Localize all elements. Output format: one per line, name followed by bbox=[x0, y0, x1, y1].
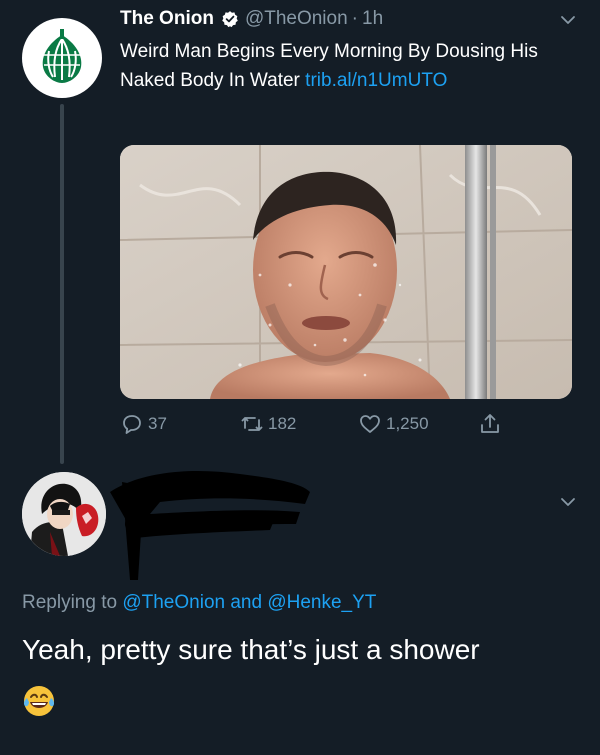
mention-link[interactable]: @TheOnion bbox=[122, 592, 225, 613]
share-icon bbox=[481, 414, 499, 433]
anime-character-avatar bbox=[22, 472, 106, 556]
replying-prefix: Replying to bbox=[22, 592, 123, 613]
retweet-action[interactable]: 182 bbox=[240, 412, 296, 436]
author-handle[interactable]: @TheOnion bbox=[245, 8, 348, 30]
reply-count: 37 bbox=[148, 414, 167, 433]
tweet-time[interactable]: 1h bbox=[362, 8, 383, 30]
redacted-username-scribble bbox=[110, 471, 310, 580]
thread-line bbox=[60, 104, 64, 464]
like-count: 1,250 bbox=[386, 414, 429, 433]
replying-to: Replying to @TheOnion and @Henke_YT bbox=[22, 592, 376, 614]
author-name[interactable]: The Onion bbox=[120, 8, 214, 30]
onion-logo-icon bbox=[42, 29, 82, 83]
tweet-header: The Onion @TheOnion · 1h bbox=[120, 8, 383, 30]
face-with-tears-of-joy-icon bbox=[23, 686, 55, 716]
like-action[interactable]: 1,250 bbox=[358, 412, 429, 436]
shower-photo bbox=[120, 145, 572, 399]
chevron-down-icon[interactable] bbox=[558, 492, 578, 512]
reply-avatar[interactable] bbox=[22, 472, 106, 556]
tweet-link[interactable]: trib.al/n1UmUTO bbox=[305, 70, 447, 91]
retweet-count: 182 bbox=[268, 414, 297, 433]
heart-icon bbox=[360, 415, 380, 433]
share-action[interactable] bbox=[478, 412, 506, 436]
separator-dot: · bbox=[351, 8, 358, 29]
reply-icon bbox=[123, 415, 141, 434]
and-text: and bbox=[225, 592, 268, 613]
tweet-text: Weird Man Begins Every Morning By Dousin… bbox=[120, 37, 575, 95]
onion-avatar[interactable] bbox=[22, 18, 102, 98]
reply-text: Yeah, pretty sure that’s just a shower bbox=[22, 634, 480, 665]
reply-action[interactable]: 37 bbox=[120, 412, 167, 436]
tweet-media[interactable] bbox=[120, 145, 572, 399]
chevron-down-icon[interactable] bbox=[558, 10, 578, 30]
mention-link[interactable]: @Henke_YT bbox=[267, 592, 376, 613]
retweet-icon bbox=[241, 417, 263, 431]
verified-badge-icon bbox=[222, 11, 238, 28]
